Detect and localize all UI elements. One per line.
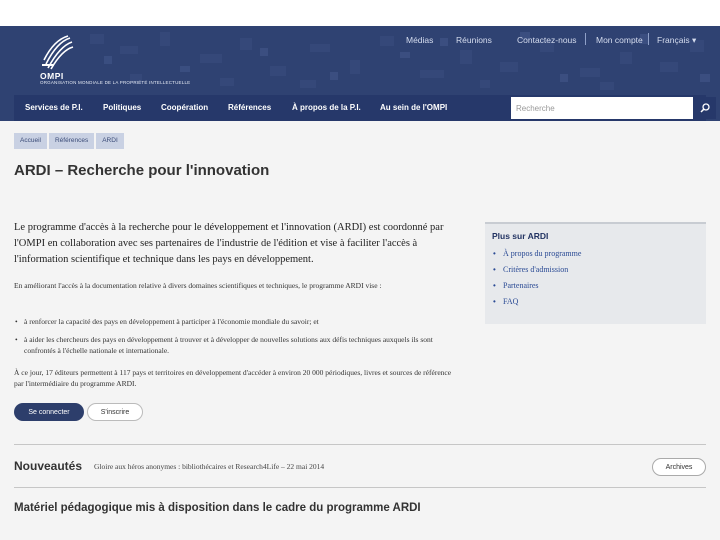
stats-paragraph: À ce jour, 17 éditeurs permettent à 117 …: [14, 368, 452, 388]
section-divider: [14, 444, 706, 445]
sidebar-link-criteres[interactable]: Critères d'admission: [503, 265, 568, 274]
sidebar-more-ardi: Plus sur ARDI • À propos du programme • …: [485, 222, 706, 324]
register-button[interactable]: S'inscrire: [87, 403, 143, 421]
news-title: Nouveautés: [14, 459, 83, 473]
login-button[interactable]: Se connecter: [14, 403, 84, 421]
archives-button[interactable]: Archives: [652, 458, 706, 476]
breadcrumb-accueil[interactable]: Accueil: [14, 133, 47, 149]
news-item-link[interactable]: Gloire aux héros anonymes : bibliothécai…: [94, 462, 279, 471]
breadcrumb: Accueil Références ARDI: [14, 133, 124, 149]
language-selector[interactable]: Français ▾: [657, 35, 696, 46]
page-title: ARDI – Recherche pour l'innovation: [14, 162, 270, 179]
news-item-date: 22 mai 2014: [286, 462, 325, 471]
nav-item-services[interactable]: Services de P.I.: [25, 103, 83, 112]
logo-subtitle: ORGANISATION MONDIALE DE LA PROPRIÉTÉ IN…: [40, 80, 191, 85]
top-link-medias[interactable]: Médias: [406, 35, 433, 45]
bullet-icon: •: [493, 281, 496, 290]
search-icon: [700, 103, 710, 113]
nav-item-references[interactable]: Références: [228, 103, 271, 112]
intro-paragraph: En améliorant l'accès à la documentation…: [14, 281, 382, 290]
top-link-reunions[interactable]: Réunions: [456, 35, 492, 45]
top-link-contact[interactable]: Contactez-nous: [517, 35, 577, 45]
sidebar-link-faq[interactable]: FAQ: [503, 297, 518, 306]
nav-item-politiques[interactable]: Politiques: [103, 103, 141, 112]
nav-item-a-propos[interactable]: À propos de la P.I.: [292, 103, 361, 112]
bullet-icon: •: [493, 249, 496, 258]
materials-title: Matériel pédagogique mis à disposition d…: [14, 502, 421, 514]
news-item: Gloire aux héros anonymes : bibliothécai…: [94, 462, 324, 471]
top-separator: [648, 33, 649, 45]
bullet-item: à renforcer la capacité des pays en déve…: [14, 316, 458, 327]
breadcrumb-ardi[interactable]: ARDI: [96, 133, 124, 149]
top-separator: [585, 33, 586, 45]
browser-page: Médias Réunions Contactez-nous Mon compt…: [0, 26, 720, 540]
bullet-item: à aider les chercheurs des pays en dével…: [14, 334, 458, 356]
bullet-icon: •: [493, 297, 496, 306]
lead-paragraph: Le programme d'accès à la recherche pour…: [14, 222, 444, 265]
site-header: Médias Réunions Contactez-nous Mon compt…: [0, 26, 720, 121]
section-divider: [14, 487, 706, 488]
sidebar-link-a-propos[interactable]: À propos du programme: [503, 249, 581, 258]
main-navigation: Services de P.I. Politiques Coopération …: [14, 95, 716, 121]
bullet-icon: •: [493, 265, 496, 274]
nav-item-au-sein[interactable]: Au sein de l'OMPI: [380, 103, 447, 112]
breadcrumb-references[interactable]: Références: [48, 133, 95, 149]
top-link-account[interactable]: Mon compte: [596, 35, 643, 45]
search-button[interactable]: [694, 97, 716, 119]
sidebar-link-partenaires[interactable]: Partenaires: [503, 281, 539, 290]
nav-item-cooperation[interactable]: Coopération: [161, 103, 208, 112]
sidebar-title: Plus sur ARDI: [492, 231, 549, 241]
search-input[interactable]: [511, 97, 693, 119]
wipo-logo-icon[interactable]: [40, 34, 74, 70]
